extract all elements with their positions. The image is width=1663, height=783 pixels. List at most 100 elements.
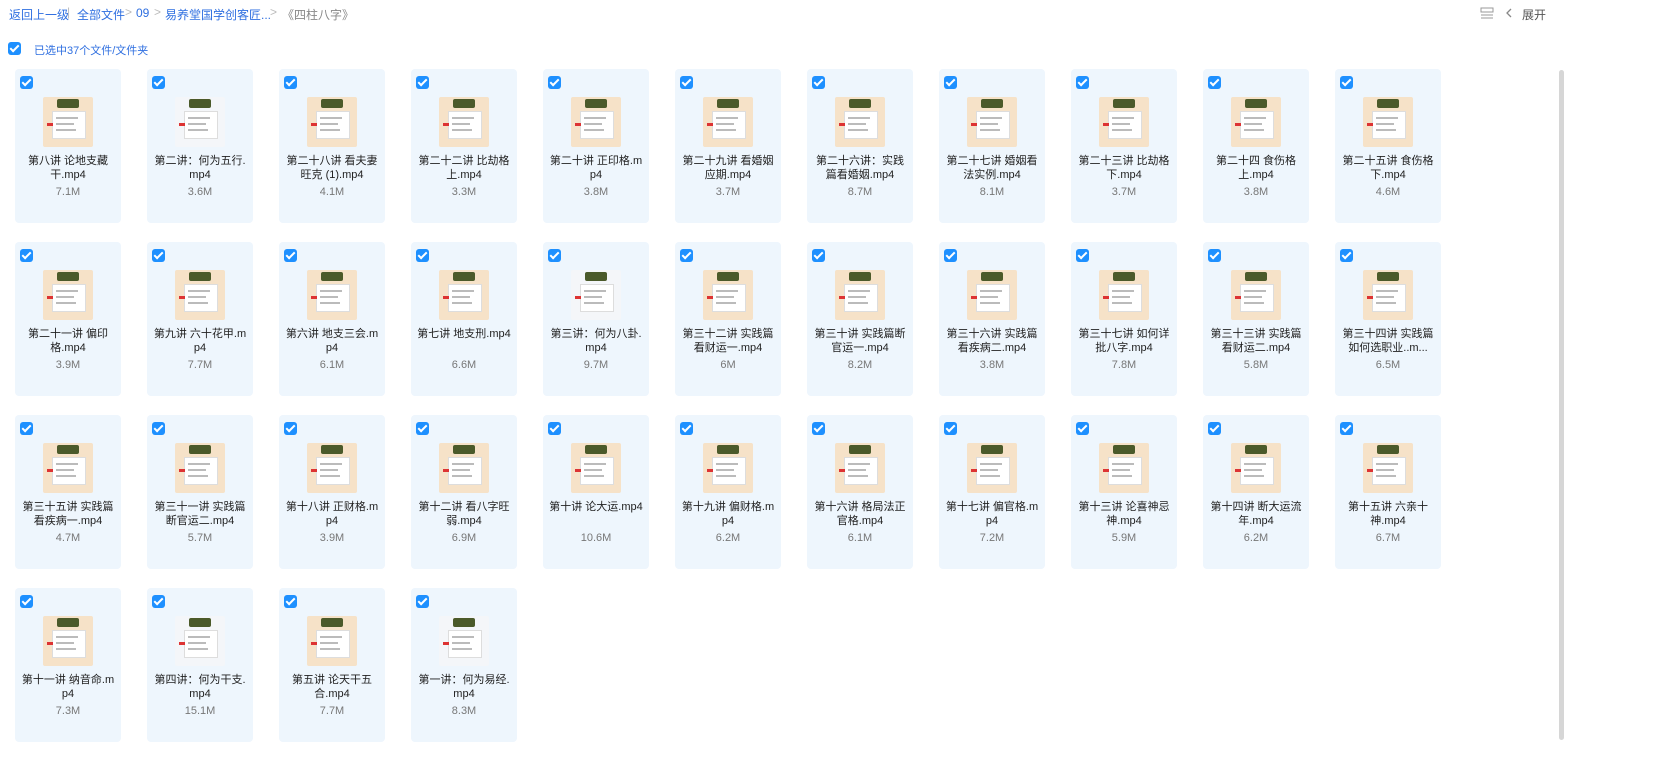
video-thumbnail[interactable] [703, 97, 753, 147]
file-card[interactable]: 第十六讲 格局法正官格.mp4 6.1M [807, 415, 913, 569]
file-checkbox[interactable] [680, 422, 693, 435]
file-name[interactable]: 第三十一讲 实践篇断官运二.mp4 [153, 500, 247, 528]
file-name[interactable]: 第十一讲 纳音命.mp4 [21, 673, 115, 701]
file-card[interactable]: 第二讲：何为五行.mp4 3.6M [147, 69, 253, 223]
file-checkbox[interactable] [812, 76, 825, 89]
video-thumbnail[interactable] [571, 443, 621, 493]
file-card[interactable]: 第二十讲 正印格.mp4 3.8M [543, 69, 649, 223]
file-checkbox[interactable] [944, 249, 957, 262]
file-card[interactable]: 第十三讲 论喜神忌神.mp4 5.9M [1071, 415, 1177, 569]
file-card[interactable]: 第十五讲 六亲十神.mp4 6.7M [1335, 415, 1441, 569]
back-link[interactable]: 返回上一级 [9, 6, 69, 23]
file-name[interactable]: 第三十讲 实践篇断官运一.mp4 [813, 327, 907, 355]
file-checkbox[interactable] [548, 249, 561, 262]
video-thumbnail[interactable] [43, 443, 93, 493]
video-thumbnail[interactable] [439, 443, 489, 493]
file-name[interactable]: 第三十五讲 实践篇看疾病一.mp4 [21, 500, 115, 528]
video-thumbnail[interactable] [1231, 443, 1281, 493]
file-checkbox[interactable] [20, 422, 33, 435]
file-name[interactable]: 第二十二讲 比劫格上.mp4 [417, 154, 511, 182]
video-thumbnail[interactable] [571, 97, 621, 147]
file-name[interactable]: 第十三讲 论喜神忌神.mp4 [1077, 500, 1171, 528]
file-name[interactable]: 第十七讲 偏官格.mp4 [945, 500, 1039, 528]
file-name[interactable]: 第三十七讲 如何详批八字.mp4 [1077, 327, 1171, 355]
chevron-left-icon[interactable] [1505, 6, 1519, 18]
file-checkbox[interactable] [944, 422, 957, 435]
file-checkbox[interactable] [284, 595, 297, 608]
file-checkbox[interactable] [1076, 76, 1089, 89]
file-checkbox[interactable] [1208, 249, 1221, 262]
file-name[interactable]: 第二讲：何为五行.mp4 [153, 154, 247, 182]
file-checkbox[interactable] [284, 249, 297, 262]
file-name[interactable]: 第十八讲 正财格.mp4 [285, 500, 379, 528]
file-checkbox[interactable] [812, 422, 825, 435]
file-card[interactable]: 第五讲 论天干五合.mp4 7.7M [279, 588, 385, 742]
file-card[interactable]: 第二十七讲 婚姻看法实例.mp4 8.1M [939, 69, 1045, 223]
file-card[interactable]: 第三十六讲 实践篇看疾病二.mp4 3.8M [939, 242, 1045, 396]
video-thumbnail[interactable] [967, 97, 1017, 147]
file-name[interactable]: 第三十六讲 实践篇看疾病二.mp4 [945, 327, 1039, 355]
file-checkbox[interactable] [1208, 422, 1221, 435]
file-checkbox[interactable] [152, 249, 165, 262]
file-card[interactable]: 第十九讲 偏财格.mp4 6.2M [675, 415, 781, 569]
video-thumbnail[interactable] [1363, 97, 1413, 147]
video-thumbnail[interactable] [439, 97, 489, 147]
video-thumbnail[interactable] [439, 616, 489, 666]
file-name[interactable]: 第二十九讲 看婚姻应期.mp4 [681, 154, 775, 182]
file-checkbox[interactable] [20, 76, 33, 89]
file-name[interactable]: 第八讲 论地支藏干.mp4 [21, 154, 115, 182]
file-name[interactable]: 第二十八讲 看夫妻旺克 (1).mp4 [285, 154, 379, 182]
file-card[interactable]: 第二十六讲：实践篇看婚姻.mp4 8.7M [807, 69, 913, 223]
video-thumbnail[interactable] [43, 270, 93, 320]
file-checkbox[interactable] [548, 422, 561, 435]
file-card[interactable]: 第二十二讲 比劫格上.mp4 3.3M [411, 69, 517, 223]
video-thumbnail[interactable] [835, 270, 885, 320]
file-checkbox[interactable] [284, 76, 297, 89]
file-checkbox[interactable] [1208, 76, 1221, 89]
file-card[interactable]: 第二十五讲 食伤格下.mp4 4.6M [1335, 69, 1441, 223]
file-card[interactable]: 第二十八讲 看夫妻旺克 (1).mp4 4.1M [279, 69, 385, 223]
file-card[interactable]: 第三十讲 实践篇断官运一.mp4 8.2M [807, 242, 913, 396]
video-thumbnail[interactable] [835, 443, 885, 493]
file-name[interactable]: 第三十二讲 实践篇看财运一.mp4 [681, 327, 775, 355]
video-thumbnail[interactable] [175, 270, 225, 320]
video-thumbnail[interactable] [967, 270, 1017, 320]
file-card[interactable]: 第三十二讲 实践篇看财运一.mp4 6M [675, 242, 781, 396]
file-checkbox[interactable] [1076, 249, 1089, 262]
file-checkbox[interactable] [1340, 76, 1353, 89]
file-card[interactable]: 第八讲 论地支藏干.mp4 7.1M [15, 69, 121, 223]
file-name[interactable]: 第二十五讲 食伤格下.mp4 [1341, 154, 1435, 182]
video-thumbnail[interactable] [1099, 443, 1149, 493]
file-card[interactable]: 第十七讲 偏官格.mp4 7.2M [939, 415, 1045, 569]
breadcrumb-folder-course[interactable]: 易养堂国学创客匠... [165, 6, 271, 23]
file-name[interactable]: 第十九讲 偏财格.mp4 [681, 500, 775, 528]
file-card[interactable]: 第九讲 六十花甲.mp4 7.7M [147, 242, 253, 396]
file-card[interactable]: 第三十五讲 实践篇看疾病一.mp4 4.7M [15, 415, 121, 569]
video-thumbnail[interactable] [1231, 270, 1281, 320]
file-name[interactable]: 第三讲：何为八卦.mp4 [549, 327, 643, 355]
video-thumbnail[interactable] [1099, 270, 1149, 320]
video-thumbnail[interactable] [307, 270, 357, 320]
video-thumbnail[interactable] [43, 97, 93, 147]
file-name[interactable]: 第十六讲 格局法正官格.mp4 [813, 500, 907, 528]
list-view-icon[interactable] [1480, 6, 1494, 19]
video-thumbnail[interactable] [571, 270, 621, 320]
file-name[interactable]: 第九讲 六十花甲.mp4 [153, 327, 247, 355]
file-card[interactable]: 第二十三讲 比劫格下.mp4 3.7M [1071, 69, 1177, 223]
video-thumbnail[interactable] [439, 270, 489, 320]
file-card[interactable]: 第十讲 论大运.mp4 10.6M [543, 415, 649, 569]
file-name[interactable]: 第七讲 地支刑.mp4 [417, 327, 511, 341]
file-checkbox[interactable] [284, 422, 297, 435]
file-checkbox[interactable] [680, 76, 693, 89]
file-checkbox[interactable] [152, 595, 165, 608]
video-thumbnail[interactable] [175, 616, 225, 666]
file-checkbox[interactable] [152, 422, 165, 435]
file-checkbox[interactable] [1340, 249, 1353, 262]
file-checkbox[interactable] [20, 595, 33, 608]
file-card[interactable]: 第四讲：何为干支.mp4 15.1M [147, 588, 253, 742]
video-thumbnail[interactable] [967, 443, 1017, 493]
file-card[interactable]: 第二十一讲 偏印格.mp4 3.9M [15, 242, 121, 396]
video-thumbnail[interactable] [307, 97, 357, 147]
video-thumbnail[interactable] [43, 616, 93, 666]
file-card[interactable]: 第十四讲 断大运流年.mp4 6.2M [1203, 415, 1309, 569]
